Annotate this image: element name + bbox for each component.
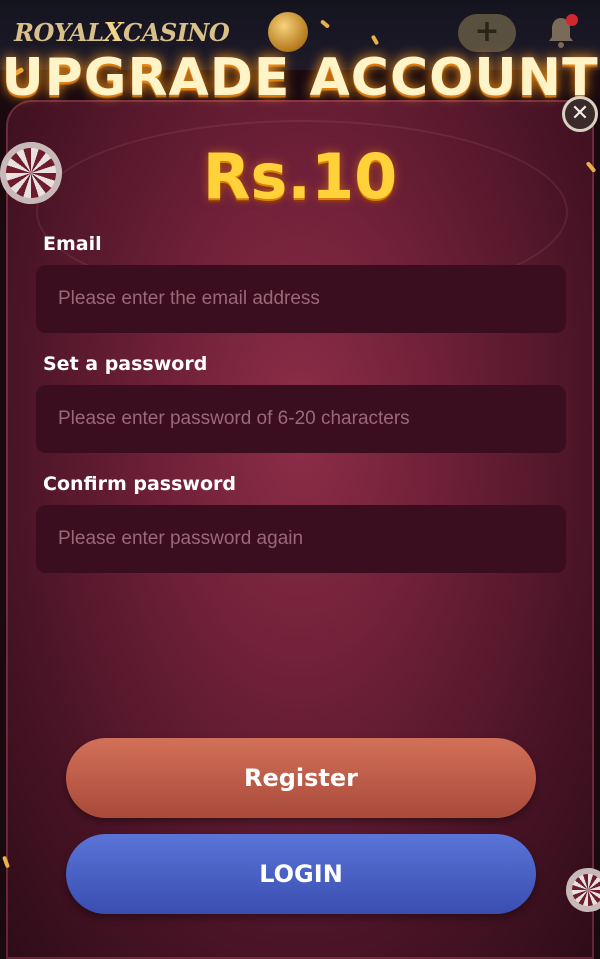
coin-icon (268, 12, 308, 52)
plus-button[interactable]: + (458, 14, 516, 52)
confirm-password-label: Confirm password (43, 473, 237, 495)
password-label: Set a password (43, 353, 208, 375)
email-label: Email (43, 233, 102, 255)
email-field[interactable] (36, 265, 566, 333)
notification-dot (566, 14, 578, 26)
password-field[interactable] (36, 385, 566, 453)
modal-title: UPGRADE ACCOUNT (1, 48, 599, 108)
confirm-password-field[interactable] (36, 505, 566, 573)
login-button[interactable]: LOGIN (66, 834, 536, 914)
register-button[interactable]: Register (66, 738, 536, 818)
app-logo: ROYALXCASINO (14, 18, 230, 48)
reward-amount: Rs.10 (202, 140, 398, 213)
close-button[interactable]: ✕ (562, 96, 598, 132)
